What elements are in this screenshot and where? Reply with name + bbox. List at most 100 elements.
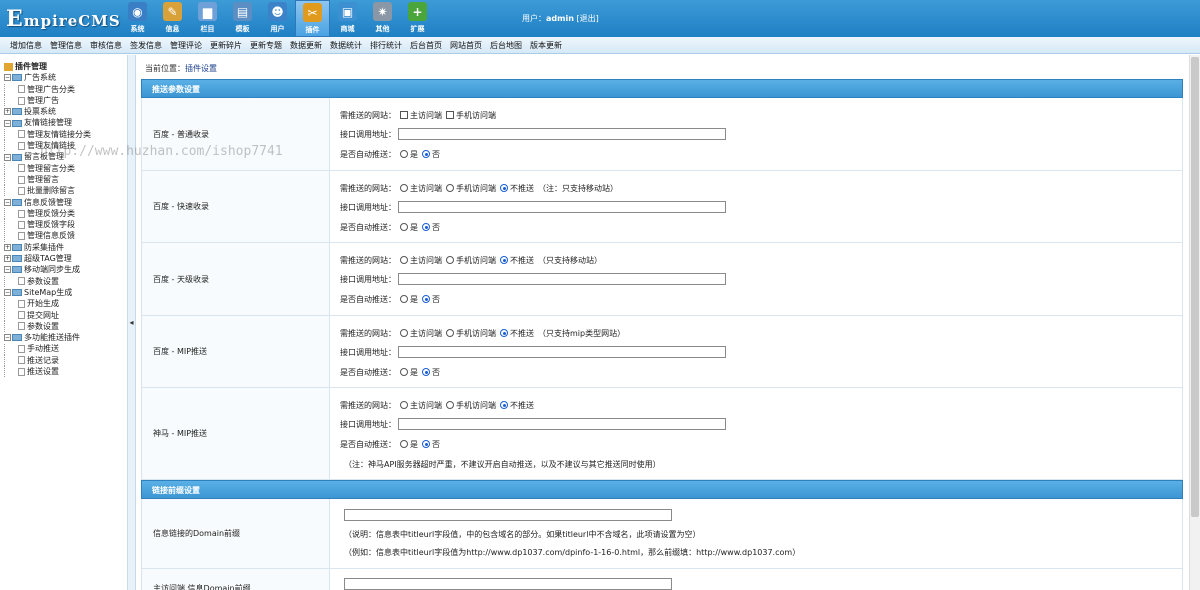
quick-menu-item[interactable]: 数据统计 [330,40,362,51]
mobile-site-radio[interactable] [446,256,454,264]
tree-node[interactable]: − 友情链接管理 [4,117,127,128]
api-url-input[interactable] [398,418,726,430]
collapse-icon[interactable]: − [4,74,11,82]
domain-prefix-input[interactable] [344,509,672,521]
quick-menu-item[interactable]: 签发信息 [130,40,162,51]
nav-label: 模板 [235,25,250,33]
auto-no-radio[interactable] [422,150,430,158]
nav-plus[interactable]: + 扩展 [400,0,435,37]
tree-node[interactable]: + 防采集插件 [4,242,127,253]
auto-yes-radio[interactable] [400,295,408,303]
no-push-radio[interactable] [500,256,508,264]
main-site-radio[interactable] [400,184,408,192]
no-push-radio[interactable] [500,184,508,192]
tree-node[interactable]: − 信息反馈管理 [4,197,127,208]
sidebar-toggle[interactable]: ◂ [128,55,136,590]
quick-menu-item[interactable]: 管理评论 [170,40,202,51]
mobile-site-radio[interactable] [446,329,454,337]
main-site-radio[interactable] [400,401,408,409]
mobile-site-checkbox[interactable] [446,111,454,119]
tree-node[interactable]: 提交网址 [4,309,127,321]
expand-icon[interactable]: + [4,255,11,263]
no-push-radio[interactable] [500,329,508,337]
tree-node[interactable]: 管理反馈字段 [4,219,127,231]
quick-menu-item[interactable]: 更新碎片 [210,40,242,51]
tree-node[interactable]: 推送设置 [4,366,127,378]
api-url-input[interactable] [398,201,726,213]
quick-menu-item[interactable]: 版本更新 [530,40,562,51]
quick-menu-item[interactable]: 管理信息 [50,40,82,51]
tree-node[interactable]: 管理广告 [4,95,127,107]
mobile-site-radio[interactable] [446,184,454,192]
tree-node[interactable]: 参数设置 [4,320,127,332]
tree-node[interactable]: 批量删除留言 [4,185,127,197]
quick-menu-item[interactable]: 后台地图 [490,40,522,51]
collapse-icon[interactable]: − [4,119,11,127]
quick-menu-item[interactable]: 网站首页 [450,40,482,51]
nav-plugin[interactable]: ✂ 插件 [295,0,330,37]
expand-icon[interactable]: + [4,108,11,116]
collapse-icon[interactable]: − [4,334,11,342]
vertical-scrollbar[interactable] [1189,55,1200,590]
tree-node[interactable]: 参数设置 [4,275,127,287]
collapse-icon[interactable]: − [4,266,11,274]
auto-yes-radio[interactable] [400,223,408,231]
tree-node[interactable]: 管理留言分类 [4,162,127,174]
auto-no-radio[interactable] [422,368,430,376]
scroll-thumb[interactable] [1191,57,1199,517]
tree-node[interactable]: + 超级TAG管理 [4,253,127,264]
collapse-icon[interactable]: − [4,198,11,206]
no-push-radio[interactable] [500,401,508,409]
quick-menu-item[interactable]: 数据更新 [290,40,322,51]
nav-edit[interactable]: ✎ 信息 [155,0,190,37]
domain-prefix-input[interactable] [344,578,672,590]
tree-node[interactable]: 管理友情链接分类 [4,128,127,140]
quick-menu-item[interactable]: 更新专题 [250,40,282,51]
main-site-radio[interactable] [400,256,408,264]
nav-shop[interactable]: ▣ 商城 [330,0,365,37]
quick-menu-item[interactable]: 后台首页 [410,40,442,51]
tree-node[interactable]: 手动推送 [4,343,127,355]
quick-menu-item[interactable]: 排行统计 [370,40,402,51]
auto-yes-radio[interactable] [400,440,408,448]
collapse-icon[interactable]: − [4,153,11,161]
api-url-input[interactable] [398,346,726,358]
mobile-site-radio[interactable] [446,401,454,409]
tree-node[interactable]: + 投票系统 [4,106,127,117]
nav-user[interactable]: ☻ 用户 [260,0,295,37]
tree-node[interactable]: 管理友情链接 [4,140,127,152]
tree-root[interactable]: 插件管理 [4,61,127,72]
tree-node[interactable]: 管理广告分类 [4,83,127,95]
auto-yes-radio[interactable] [400,368,408,376]
tree-node[interactable]: − 移动端同步生成 [4,264,127,275]
main-site-checkbox[interactable] [400,111,408,119]
tree-node[interactable]: 管理信息反馈 [4,230,127,242]
auto-yes-radio[interactable] [400,150,408,158]
tree-node[interactable]: − 广告系统 [4,72,127,83]
api-url-input[interactable] [398,273,726,285]
nav-gear[interactable]: ✷ 其他 [365,0,400,37]
tree-node[interactable]: 管理留言 [4,174,127,186]
quick-menu-item[interactable]: 审核信息 [90,40,122,51]
nav-folder[interactable]: ▆ 栏目 [190,0,225,37]
tree-node[interactable]: 开始生成 [4,298,127,310]
auto-no-radio[interactable] [422,295,430,303]
main-site-radio[interactable] [400,329,408,337]
auto-no-radio[interactable] [422,440,430,448]
tree-node[interactable]: − 留言板管理 [4,151,127,162]
api-url-input[interactable] [398,128,726,140]
tree-node[interactable]: − 多功能推送插件 [4,332,127,343]
quick-menu-item[interactable]: 增加信息 [10,40,42,51]
tree-node[interactable]: 推送记录 [4,354,127,366]
tree-node[interactable]: − SiteMap生成 [4,287,127,298]
empirecms-logo[interactable]: EmpireCMS [6,6,121,32]
collapse-icon[interactable]: − [4,289,11,297]
auto-no-radio[interactable] [422,223,430,231]
tree-node[interactable]: 管理反馈分类 [4,208,127,219]
template-icon: ▤ [233,2,252,21]
nav-globe[interactable]: ◉ 系统 [120,0,155,37]
logout-link[interactable]: [退出] [576,14,598,23]
breadcrumb-link[interactable]: 插件设置 [185,64,217,73]
nav-template[interactable]: ▤ 模板 [225,0,260,37]
expand-icon[interactable]: + [4,243,11,251]
